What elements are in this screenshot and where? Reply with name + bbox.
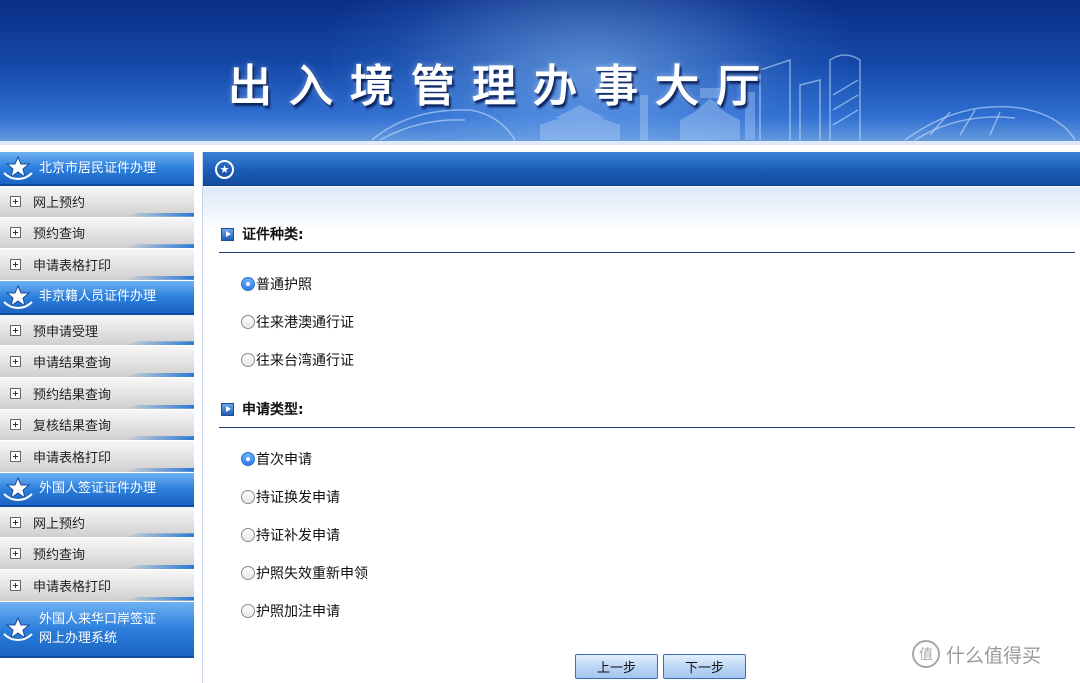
sidebar-item-label: 网上预约 [33,516,86,532]
radio-label: 首次申请 [256,452,312,468]
radio-replacement-application[interactable]: 持证补发申请 [241,525,340,545]
section-title-apply-type: 申请类型: [221,399,304,419]
sidebar-item-label: 复核结果查询 [33,419,112,435]
sidebar-item-print-form[interactable]: 申请表格打印 [0,441,194,473]
radio-button-checked[interactable] [241,452,255,466]
main-panel: ★ 证件种类: 普通护照 往来港澳通行证 往来台湾通行证 申请类型: 首次申请 … [202,152,1080,683]
sidebar-item-label: 申请结果查询 [33,356,112,372]
section-label: 证件种类: [242,227,304,243]
sidebar-section-title: 北京市居民证件办理 [39,160,157,176]
arrow-bullet-icon [221,227,234,241]
sidebar-item-appointment-result[interactable]: 预约结果查询 [0,377,194,410]
expand-plus-icon [10,548,21,560]
expand-plus-icon [10,356,21,368]
sidebar-item-label: 申请表格打印 [33,579,112,595]
radio-button[interactable] [241,315,255,329]
police-emblem-icon [1,614,35,644]
sidebar-item-label: 申请表格打印 [33,258,112,274]
main-header-fade [203,187,1080,232]
sidebar-item-review-result[interactable]: 复核结果查询 [0,409,194,442]
sidebar-item-application-result[interactable]: 申请结果查询 [0,346,194,378]
banner-title: 出入境管理办事大厅 [228,61,777,112]
expand-plus-icon [10,579,21,591]
sidebar-section-foreigner-visa[interactable]: 外国人签证证件办理 [0,472,194,507]
sidebar-section-title: 外国人签证证件办理 [39,481,157,497]
prev-step-button[interactable]: 上一步 [575,654,658,679]
radio-label: 持证补发申请 [256,528,340,544]
radio-first-application[interactable]: 首次申请 [241,449,312,469]
radio-reissue-expired[interactable]: 护照失效重新申领 [241,563,368,583]
sidebar-item-label: 网上预约 [33,195,86,211]
sidebar-item-label: 预约结果查询 [33,387,112,403]
sidebar-section-title: 非京籍人员证件办理 [39,289,157,305]
banner-divider [0,141,1080,145]
radio-label: 持证换发申请 [256,490,340,506]
sidebar-section-title: 外国人来华口岸签证 网上办理系统 [39,610,156,648]
expand-plus-icon [10,419,21,431]
expand-plus-icon [10,516,21,528]
sidebar-item-online-appointment[interactable]: 网上预约 [0,186,194,218]
site-banner: 出入境管理办事大厅 [0,0,1080,145]
sidebar-item-online-appointment[interactable]: 网上预约 [0,506,194,539]
expand-plus-icon [10,227,21,239]
watermark-text: 什么值得买 [946,644,1042,667]
section-label: 申请类型: [242,402,304,418]
arrow-bullet-icon [221,402,234,416]
radio-button[interactable] [241,604,255,618]
sidebar: 北京市居民证件办理 网上预约 预约查询 申请表格打印 非京籍人员证件办理 预申请… [0,152,194,683]
section-title-doc-type: 证件种类: [221,224,304,244]
radio-ordinary-passport[interactable]: 普通护照 [241,274,312,294]
sidebar-section-non-beijing[interactable]: 非京籍人员证件办理 [0,280,194,315]
radio-renewal-application[interactable]: 持证换发申请 [241,487,340,507]
sidebar-section-port-visa[interactable]: 外国人来华口岸签证 网上办理系统 [0,601,194,658]
radio-button[interactable] [241,528,255,542]
sidebar-item-label: 预约查询 [33,548,86,564]
radio-label: 护照加注申请 [256,604,340,620]
expand-plus-icon [10,195,21,207]
sidebar-item-pre-application[interactable]: 预申请受理 [0,314,194,347]
police-emblem-icon [1,153,35,183]
divider [219,252,1075,253]
expand-plus-icon [10,258,21,270]
radio-button[interactable] [241,566,255,580]
watermark: 值 什么值得买 [912,640,1041,668]
sidebar-section-beijing-residents[interactable]: 北京市居民证件办理 [0,152,194,186]
radio-button-checked[interactable] [241,277,255,291]
police-emblem-icon [1,474,35,504]
radio-endorsement-application[interactable]: 护照加注申请 [241,601,340,621]
sidebar-item-label: 申请表格打印 [33,450,112,466]
radio-label: 护照失效重新申领 [256,566,368,582]
watermark-logo-icon: 值 [912,640,940,668]
sidebar-item-print-form[interactable]: 申请表格打印 [0,569,194,602]
sidebar-item-label: 预申请受理 [33,324,99,340]
main-header-bar: ★ [203,152,1080,186]
radio-label: 往来台湾通行证 [256,353,354,369]
radio-label: 普通护照 [256,277,312,293]
sidebar-item-label: 预约查询 [33,227,86,243]
radio-button[interactable] [241,353,255,367]
expand-plus-icon [10,324,21,336]
sidebar-section-title-line2: 网上办理系统 [39,630,118,646]
police-emblem-icon [1,282,35,312]
radio-label: 往来港澳通行证 [256,315,354,331]
sidebar-item-appointment-query[interactable]: 预约查询 [0,538,194,570]
expand-plus-icon [10,450,21,462]
star-badge-icon: ★ [215,160,234,179]
radio-hk-macau-permit[interactable]: 往来港澳通行证 [241,312,354,332]
radio-button[interactable] [241,490,255,504]
sidebar-item-print-form[interactable]: 申请表格打印 [0,249,194,281]
sidebar-section-title-line1: 外国人来华口岸签证 [39,611,157,627]
sidebar-item-appointment-query[interactable]: 预约查询 [0,217,194,250]
next-step-button[interactable]: 下一步 [663,654,746,679]
expand-plus-icon [10,387,21,399]
divider [219,427,1075,428]
radio-taiwan-permit[interactable]: 往来台湾通行证 [241,350,354,370]
